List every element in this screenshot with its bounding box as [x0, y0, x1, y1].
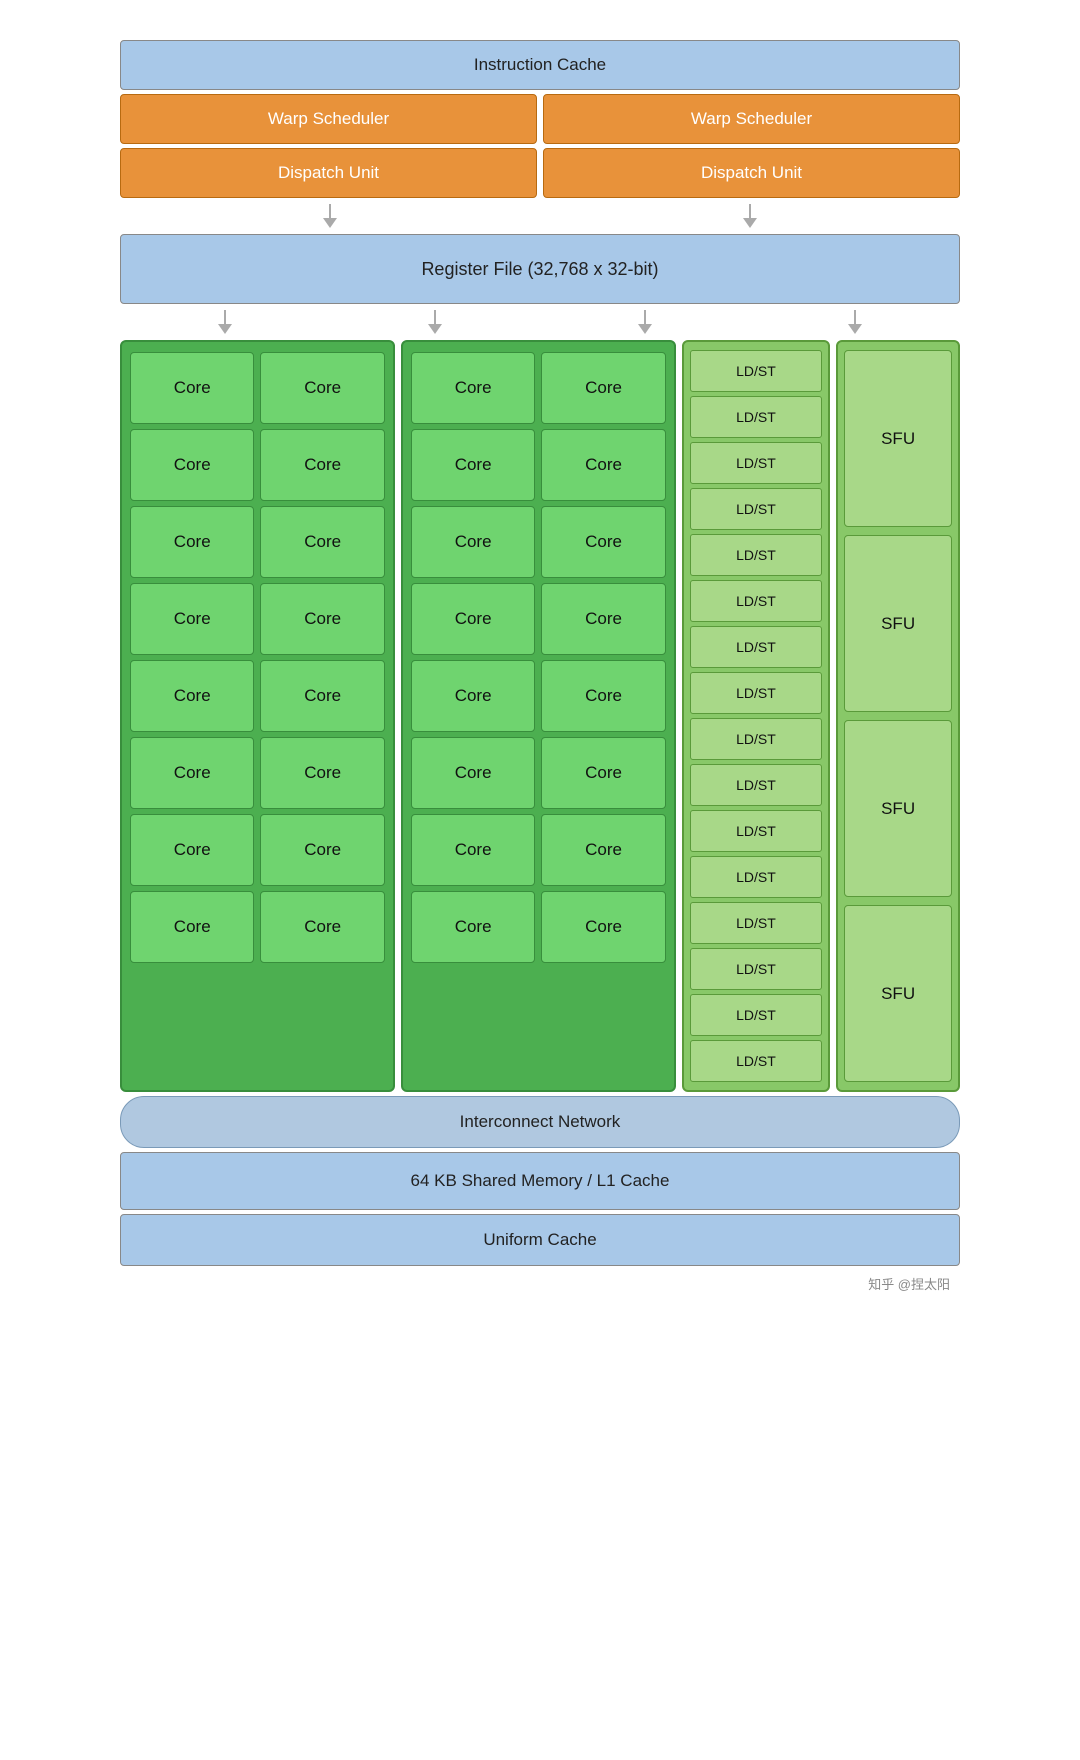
core-cell: Core: [130, 737, 254, 809]
core-cell: Core: [411, 737, 535, 809]
dispatch-unit-row: Dispatch Unit Dispatch Unit: [120, 148, 960, 198]
core-cell: Core: [260, 506, 384, 578]
core-cell: Core: [541, 583, 665, 655]
shared-memory-block: 64 KB Shared Memory / L1 Cache: [120, 1152, 960, 1210]
core-row: CoreCore: [411, 737, 666, 809]
ldst-cell: LD/ST: [690, 488, 822, 530]
ldst-cell: LD/ST: [690, 948, 822, 990]
core-cell: Core: [130, 352, 254, 424]
warp-scheduler-2: Warp Scheduler: [543, 94, 960, 144]
dispatch-unit-1: Dispatch Unit: [120, 148, 537, 198]
core-cell: Core: [130, 660, 254, 732]
core-cell: Core: [130, 429, 254, 501]
core-cell: Core: [411, 352, 535, 424]
dispatch-unit-2: Dispatch Unit: [543, 148, 960, 198]
core-cell: Core: [411, 660, 535, 732]
uniform-cache-label: Uniform Cache: [483, 1230, 596, 1250]
ldst-cell: LD/ST: [690, 396, 822, 438]
core-cell: Core: [541, 891, 665, 963]
warp-scheduler-1: Warp Scheduler: [120, 94, 537, 144]
arrow-2: [743, 204, 757, 228]
shared-memory-label: 64 KB Shared Memory / L1 Cache: [411, 1171, 670, 1191]
core-cell: Core: [260, 583, 384, 655]
ldst-cell: LD/ST: [690, 764, 822, 806]
arrow-exec-3: [638, 310, 652, 334]
interconnect-label: Interconnect Network: [460, 1112, 621, 1132]
core-cell: Core: [411, 814, 535, 886]
core-row: CoreCore: [130, 891, 385, 963]
ldst-cell: LD/ST: [690, 994, 822, 1036]
core-row: CoreCore: [411, 506, 666, 578]
core-cell: Core: [260, 352, 384, 424]
arrow-exec-4: [848, 310, 862, 334]
ldst-cell: LD/ST: [690, 534, 822, 576]
instruction-cache-label: Instruction Cache: [474, 55, 606, 75]
core-row: CoreCore: [130, 506, 385, 578]
core-cell: Core: [260, 814, 384, 886]
core-cell: Core: [260, 429, 384, 501]
core-cell: Core: [411, 506, 535, 578]
ldst-cell: LD/ST: [690, 810, 822, 852]
register-file-block: Register File (32,768 x 32-bit): [120, 234, 960, 304]
ldst-cell: LD/ST: [690, 856, 822, 898]
uniform-cache-block: Uniform Cache: [120, 1214, 960, 1266]
arrow-exec-2: [428, 310, 442, 334]
arrow-exec-1: [218, 310, 232, 334]
core-cell: Core: [260, 891, 384, 963]
core-cell: Core: [541, 352, 665, 424]
ldst-group: LD/STLD/STLD/STLD/STLD/STLD/STLD/STLD/ST…: [682, 340, 830, 1092]
core-cell: Core: [130, 506, 254, 578]
core-row: CoreCore: [411, 352, 666, 424]
ldst-cell: LD/ST: [690, 626, 822, 668]
core-cell: Core: [130, 583, 254, 655]
interconnect-block: Interconnect Network: [120, 1096, 960, 1148]
sfu-cell: SFU: [844, 720, 952, 897]
core-cell: Core: [541, 660, 665, 732]
core-cell: Core: [541, 429, 665, 501]
arrows-to-regfile: [120, 202, 960, 230]
core-group-1: CoreCoreCoreCoreCoreCoreCoreCoreCoreCore…: [120, 340, 395, 1092]
core-cell: Core: [411, 891, 535, 963]
core-row: CoreCore: [130, 814, 385, 886]
diagram-wrapper: Instruction Cache Warp Scheduler Warp Sc…: [110, 20, 970, 1313]
core-row: CoreCore: [130, 429, 385, 501]
ldst-cell: LD/ST: [690, 718, 822, 760]
ldst-cell: LD/ST: [690, 902, 822, 944]
core-row: CoreCore: [411, 814, 666, 886]
core-cell: Core: [130, 891, 254, 963]
core-group-2: CoreCoreCoreCoreCoreCoreCoreCoreCoreCore…: [401, 340, 676, 1092]
core-cell: Core: [260, 737, 384, 809]
core-row: CoreCore: [130, 737, 385, 809]
sfu-cell: SFU: [844, 350, 952, 527]
core-row: CoreCore: [411, 583, 666, 655]
ldst-cell: LD/ST: [690, 580, 822, 622]
arrow-1: [323, 204, 337, 228]
execution-section: CoreCoreCoreCoreCoreCoreCoreCoreCoreCore…: [120, 340, 960, 1092]
register-file-label: Register File (32,768 x 32-bit): [421, 259, 658, 280]
core-row: CoreCore: [130, 352, 385, 424]
ldst-cell: LD/ST: [690, 672, 822, 714]
core-cell: Core: [541, 814, 665, 886]
core-row: CoreCore: [411, 891, 666, 963]
core-row: CoreCore: [411, 660, 666, 732]
instruction-cache-block: Instruction Cache: [120, 40, 960, 90]
core-cell: Core: [541, 737, 665, 809]
core-row: CoreCore: [411, 429, 666, 501]
ldst-cell: LD/ST: [690, 350, 822, 392]
warp-scheduler-row: Warp Scheduler Warp Scheduler: [120, 94, 960, 144]
core-cell: Core: [411, 583, 535, 655]
core-cell: Core: [260, 660, 384, 732]
arrows-to-exec: [120, 308, 960, 336]
sfu-cell: SFU: [844, 535, 952, 712]
watermark: 知乎 @捏太阳: [120, 1270, 960, 1293]
core-cell: Core: [130, 814, 254, 886]
core-cell: Core: [541, 506, 665, 578]
core-cell: Core: [411, 429, 535, 501]
sfu-group: SFUSFUSFUSFU: [836, 340, 960, 1092]
sfu-cell: SFU: [844, 905, 952, 1082]
ldst-cell: LD/ST: [690, 1040, 822, 1082]
core-row: CoreCore: [130, 660, 385, 732]
ldst-cell: LD/ST: [690, 442, 822, 484]
core-row: CoreCore: [130, 583, 385, 655]
